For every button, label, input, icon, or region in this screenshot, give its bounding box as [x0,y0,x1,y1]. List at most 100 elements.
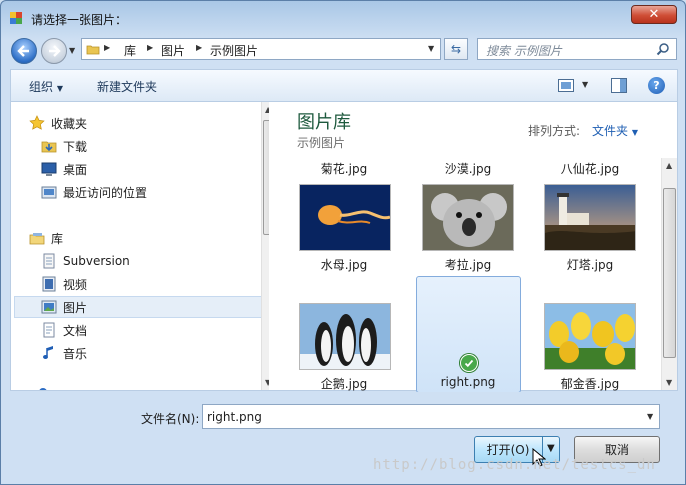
arrange-by-dropdown[interactable]: 文件夹 ▼ [592,122,638,139]
arrow-right-icon [49,45,61,57]
scroll-up-icon[interactable]: ▲ [265,105,269,114]
chevron-right-icon[interactable]: ▶ [196,43,202,52]
file-list-scroll-thumb[interactable] [663,188,676,358]
file-caption[interactable]: 郁金香.jpg [535,375,645,392]
jellyfish-image [300,185,390,250]
homegroup-icon [39,388,47,390]
file-list-scrollbar[interactable]: ▲ ▼ [661,158,677,390]
library-subtitle: 示例图片 [297,136,346,150]
back-button[interactable] [11,38,37,64]
file-caption[interactable]: 沙漠.jpg [413,160,523,177]
file-caption[interactable]: 水母.jpg [289,256,399,273]
arrange-by-label: 排列方式: [528,124,581,138]
scroll-down-icon[interactable]: ▼ [666,378,672,387]
preview-pane-icon[interactable] [611,78,627,93]
sidebar-label: 下载 [63,139,88,154]
sidebar-item-downloads[interactable]: 下载 [41,135,87,157]
search-icon[interactable] [656,42,670,56]
search-placeholder: 搜索 示例图片 [486,44,562,58]
breadcrumb-item[interactable]: 库 [124,42,136,59]
file-list-pane: 图片库 示例图片 排列方式: 文件夹 ▼ 菊花.jpg 沙漠.jpg 八仙花.j… [279,102,677,392]
chevron-right-icon[interactable]: ▶ [104,43,110,52]
filename-input[interactable]: right.png ▼ [202,404,660,429]
sidebar-item-recent[interactable]: 最近访问的位置 [41,181,147,203]
recent-places-icon [41,186,57,199]
filename-dropdown-icon[interactable]: ▼ [647,412,653,421]
close-button[interactable]: ✕ [631,5,677,24]
organize-label: 组织 [29,80,54,94]
content-area: 收藏夹 下载 桌面 最近访问的位置 库 Subversion 视频 图片 文档 … [10,101,678,392]
new-folder-button[interactable]: 新建文件夹 [97,78,157,95]
window-title: 请选择一张图片： [31,13,128,27]
download-folder-icon [41,141,57,153]
organize-button[interactable]: 组织 ▼ [29,78,63,95]
file-caption[interactable]: 八仙花.jpg [535,160,645,177]
app-icon [10,12,22,24]
scroll-down-icon[interactable]: ▼ [265,378,269,387]
file-caption[interactable]: right.png [413,375,523,389]
file-caption[interactable]: 菊花.jpg [289,160,399,177]
arrow-left-icon [17,45,29,57]
sidebar-label: 库 [51,231,64,246]
lighthouse-image [545,185,635,250]
sidebar-item-desktop[interactable]: 桌面 [41,158,87,180]
navigation-pane: 收藏夹 下载 桌面 最近访问的位置 库 Subversion 视频 图片 文档 … [11,102,269,390]
filename-label: 文件名(N): [141,412,200,426]
document-library-icon [43,253,55,269]
pictures-icon [41,300,57,314]
sidebar-item-pictures[interactable]: 图片 [41,296,87,318]
open-dropdown-icon[interactable]: ▼ [547,443,555,454]
desktop-icon [41,162,57,176]
sidebar-item-documents[interactable]: 文档 [41,319,87,341]
file-caption[interactable]: 考拉.jpg [413,256,523,273]
forward-button[interactable] [41,38,67,64]
sidebar-item-music[interactable]: 音乐 [41,342,87,364]
watermark-text: http://blog.csdn.net/testcs_dn [373,457,656,473]
scroll-up-icon[interactable]: ▲ [666,161,672,170]
view-mode-icon[interactable] [558,79,574,92]
address-bar[interactable]: ▶ 库 ▶ 图片 ▶ 示例图片 ▼ [81,38,441,60]
star-icon [29,115,45,130]
close-icon: ✕ [648,7,660,22]
sidebar-scrollbar[interactable]: ▲ ▼ [261,102,269,390]
dialog-window: 请选择一张图片： ✕ ▼ ▶ 库 ▶ 图片 ▶ 示例图片 ▼ ⇆ 搜索 示例图片… [0,0,686,485]
refresh-icon: ⇆ [450,42,462,56]
breadcrumb-item[interactable]: 图片 [161,42,185,59]
file-thumbnail-jellyfish[interactable] [299,184,391,251]
chevron-down-icon: ▼ [56,84,63,93]
chevron-right-icon[interactable]: ▶ [147,43,153,52]
chevron-down-icon: ▼ [631,128,638,137]
filename-value: right.png [207,410,262,424]
sidebar-label: Subversion [63,254,130,268]
penguins-image [300,304,390,369]
help-icon[interactable]: ? [648,77,665,94]
documents-icon [43,322,55,338]
sidebar-item-libraries[interactable]: 库 [29,227,63,249]
file-thumbnail-tulips[interactable] [544,303,636,370]
open-button-label: 打开(O) [486,443,530,457]
file-caption[interactable]: 灯塔.jpg [535,256,645,273]
video-icon [42,276,56,292]
sidebar-item-videos[interactable]: 视频 [41,273,87,295]
breadcrumb-item[interactable]: 示例图片 [210,42,258,59]
library-icon [29,233,45,245]
music-icon [43,346,53,359]
address-dropdown-icon[interactable]: ▼ [428,44,434,53]
sidebar-label: 收藏夹 [51,116,88,131]
sidebar-scroll-thumb[interactable] [263,120,269,235]
sidebar-label: 文档 [63,323,88,338]
sidebar-label: 图片 [63,300,88,315]
file-thumbnail-penguins[interactable] [299,303,391,370]
library-title: 图片库 [297,112,351,133]
file-caption[interactable]: 企鹅.jpg [289,375,399,392]
recent-pages-dropdown[interactable]: ▼ [69,46,79,56]
file-thumbnail-koala[interactable] [422,184,514,251]
sidebar-item-subversion[interactable]: Subversion [41,250,130,272]
tulips-image [545,304,635,369]
view-dropdown-icon[interactable]: ▼ [582,80,588,89]
cancel-button-label: 取消 [604,443,629,457]
refresh-button[interactable]: ⇆ [444,38,468,60]
file-thumbnail-lighthouse[interactable] [544,184,636,251]
sidebar-item-favorites[interactable]: 收藏夹 [29,112,87,134]
search-input[interactable]: 搜索 示例图片 [477,38,677,60]
